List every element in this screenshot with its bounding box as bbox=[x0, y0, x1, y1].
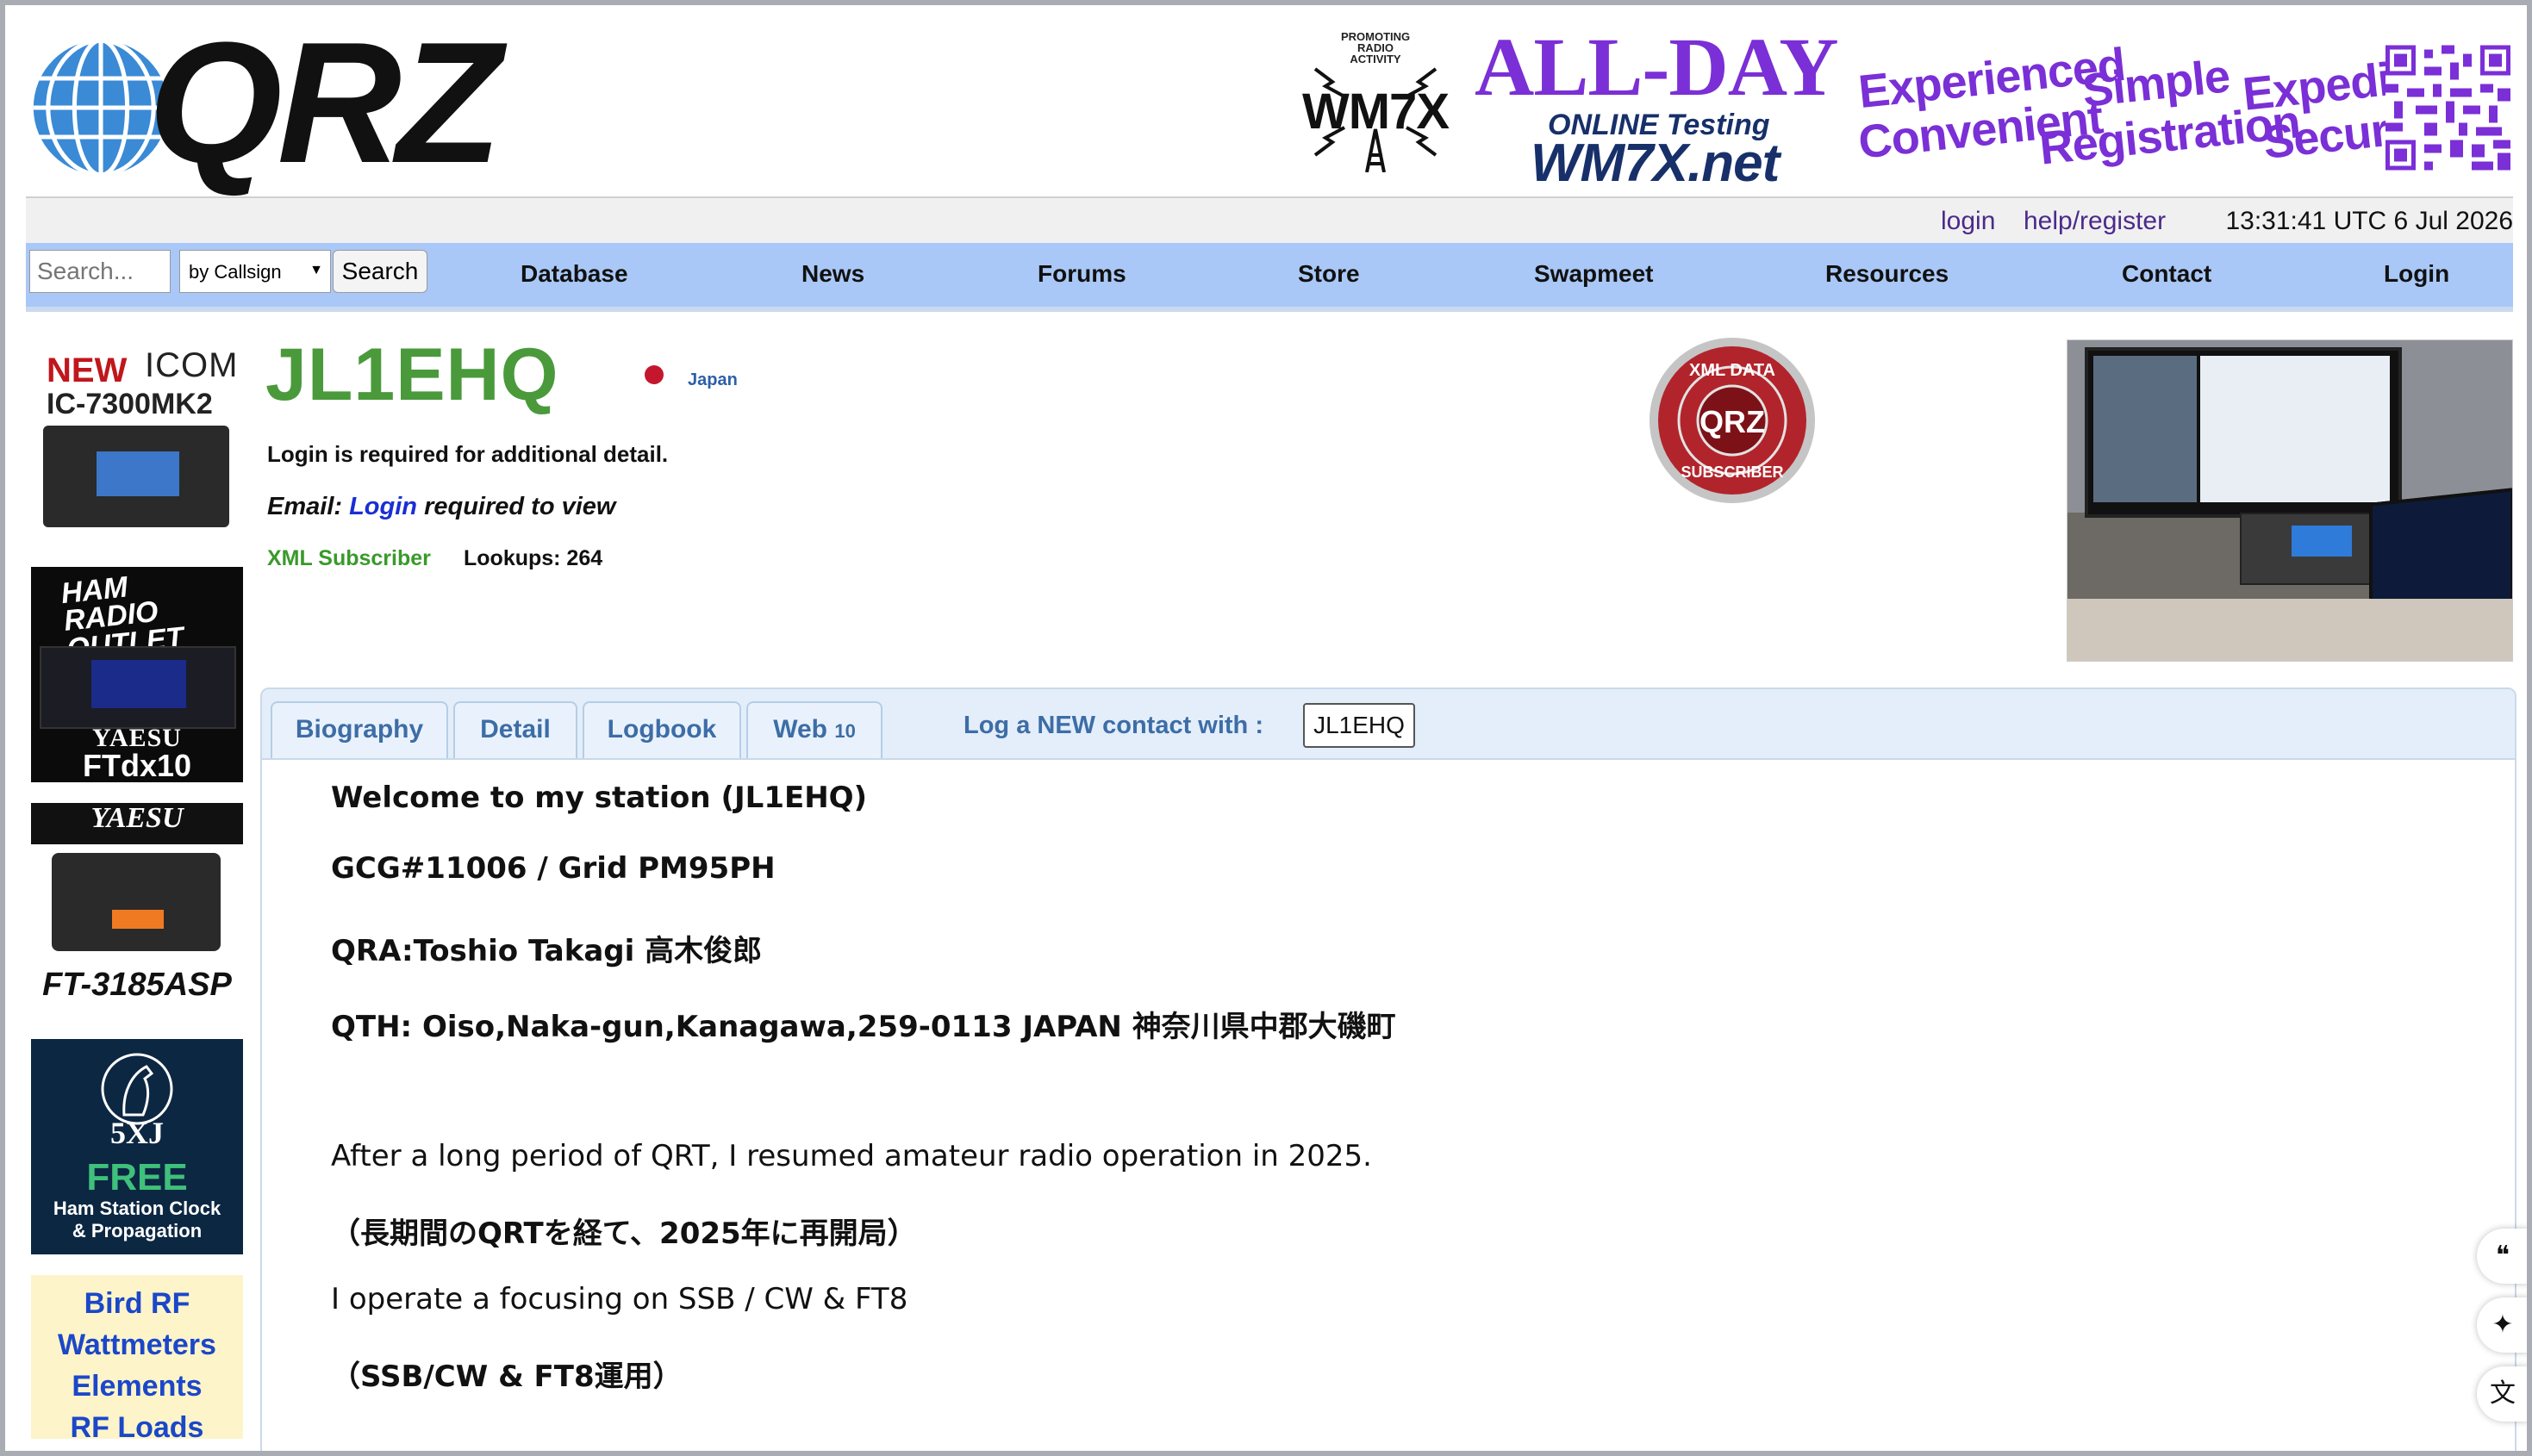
search-mode-select[interactable]: by Callsign ▼ bbox=[179, 250, 331, 293]
email-label: Email: bbox=[267, 493, 343, 520]
logo-text: QRZ bbox=[148, 7, 502, 199]
radio-screen bbox=[97, 451, 179, 496]
ad-hro-model: FTdx10 bbox=[82, 748, 192, 782]
badge-mid-label: QRZ bbox=[1699, 404, 1765, 439]
search-button[interactable]: Search bbox=[333, 250, 427, 293]
banner-ad[interactable]: PROMOTING RADIO ACTIVITY WM7X ALL-DAY ON… bbox=[1289, 21, 2513, 193]
bio-line: GCG#11006 / Grid PM95PH bbox=[331, 851, 776, 886]
ad-bird-line: RF Loads bbox=[70, 1411, 204, 1439]
station-photo[interactable] bbox=[2067, 339, 2513, 662]
badge-callsign: WM7X bbox=[1302, 84, 1450, 140]
tab-bar: Biography Detail Logbook Web 10 Log a NE… bbox=[262, 689, 2515, 760]
ad-bird-line: Elements bbox=[72, 1370, 203, 1403]
nav-news[interactable]: News bbox=[801, 260, 864, 288]
ad-icom-brand: ICOM bbox=[145, 346, 239, 384]
tab-detail[interactable]: Detail bbox=[453, 701, 577, 758]
search-input[interactable] bbox=[29, 250, 171, 293]
callsign-title: JL1EHQ bbox=[265, 333, 559, 416]
tab-biography[interactable]: Biography bbox=[271, 701, 448, 758]
utc-clock: 13:31:41 UTC 6 Jul 2026 bbox=[2225, 207, 2513, 235]
bio-line: QTH: Oiso,Naka-gun,Kanagawa,259-0113 JAP… bbox=[331, 1010, 1396, 1044]
status-bar: login help/register 13:31:41 UTC 6 Jul 2… bbox=[26, 196, 2513, 243]
ad-bird-line: Bird RF bbox=[84, 1287, 190, 1320]
badge-top-label: XML DATA bbox=[1689, 361, 1775, 380]
quote-icon[interactable]: ❝ bbox=[2477, 1229, 2527, 1284]
profile-panel: Biography Detail Logbook Web 10 Log a NE… bbox=[260, 688, 2516, 1451]
wm7x-badge: PROMOTING RADIO ACTIVITY WM7X bbox=[1289, 26, 1462, 190]
bio-line: （SSB/CW & FT8運用） bbox=[331, 1360, 683, 1394]
radio-screen bbox=[91, 660, 186, 708]
qrz-logo[interactable]: QRZ bbox=[28, 17, 502, 190]
ad-icom[interactable]: NEW ICOM IC-7300MK2 bbox=[31, 331, 243, 541]
ad-ham-radio-outlet[interactable]: HAM RADIO OUTLET YAESU FTdx10 bbox=[31, 567, 243, 782]
email-login-link[interactable]: Login bbox=[349, 493, 417, 520]
log-contact-label: Log a NEW contact with : bbox=[964, 712, 1263, 739]
country-link[interactable]: Japan bbox=[688, 370, 738, 390]
login-required-note: Login is required for additional detail. bbox=[267, 441, 669, 467]
xml-subscriber-badge-icon: XML DATA QRZ SUBSCRIBER bbox=[1650, 338, 1815, 503]
chevron-down-icon: ▼ bbox=[309, 263, 323, 277]
ad-bird-rf[interactable]: Bird RF Wattmeters Elements RF Loads bbox=[31, 1275, 243, 1439]
ad-5xj-free: FREE bbox=[86, 1156, 188, 1198]
nav-contact[interactable]: Contact bbox=[2122, 260, 2211, 288]
tab-label: Detail bbox=[480, 715, 551, 744]
nav-forums[interactable]: Forums bbox=[1038, 260, 1126, 288]
radio-screen bbox=[112, 910, 164, 929]
xml-subscriber-label: XML Subscriber bbox=[267, 546, 431, 570]
monitor-left bbox=[2085, 347, 2402, 518]
bio-line: （長期間のQRTを経て、2025年に再開局） bbox=[331, 1216, 917, 1251]
radio-image bbox=[52, 853, 221, 951]
nav-database[interactable]: Database bbox=[521, 260, 628, 288]
page-frame: QRZ PROMOTING RADIO ACTIVITY WM7X ALL-DA… bbox=[5, 5, 2527, 1451]
tab-logbook[interactable]: Logbook bbox=[583, 701, 741, 758]
search-mode-value: by Callsign bbox=[189, 261, 282, 283]
ad-5xj-clock[interactable]: 5XJ FREE Ham Station Clock & Propagation bbox=[31, 1039, 243, 1254]
ad-yaesu-ft3185[interactable]: YAESU FT-3185ASP bbox=[31, 803, 243, 1010]
email-suffix: required to view bbox=[424, 493, 616, 520]
radio-screen bbox=[2292, 526, 2352, 557]
nav-swapmeet[interactable]: Swapmeet bbox=[1534, 260, 1654, 288]
tab-label: Logbook bbox=[607, 715, 717, 744]
nav-store[interactable]: Store bbox=[1298, 260, 1360, 288]
tab-count: 10 bbox=[834, 720, 856, 742]
bio-line: QRA:Toshio Takagi 高木俊郎 bbox=[331, 934, 763, 968]
bio-line: I operate a focusing on SSB / CW & FT8 bbox=[331, 1282, 908, 1316]
ad-bird-line: Wattmeters bbox=[58, 1328, 216, 1361]
email-line: Email: Login required to view bbox=[267, 493, 615, 521]
tab-label: Web bbox=[773, 715, 827, 744]
nav-login[interactable]: Login bbox=[2384, 260, 2449, 288]
tab-web[interactable]: Web 10 bbox=[746, 701, 882, 758]
main-navbar: by Callsign ▼ Search Database News Forum… bbox=[26, 243, 2513, 312]
qr-code-icon bbox=[2385, 45, 2510, 171]
ad-headline: ALL-DAY bbox=[1475, 21, 1839, 113]
help-register-link[interactable]: help/register bbox=[2024, 207, 2166, 236]
japan-flag-icon bbox=[645, 365, 664, 384]
nav-resources[interactable]: Resources bbox=[1825, 260, 1949, 288]
log-contact-input[interactable]: JL1EHQ bbox=[1303, 703, 1415, 748]
bio-line: After a long period of QRT, I resumed am… bbox=[331, 1139, 1372, 1173]
ad-5xj-line: & Propagation bbox=[72, 1220, 203, 1241]
sparkle-icon[interactable]: ✦ bbox=[2477, 1297, 2527, 1353]
login-link[interactable]: login bbox=[1941, 207, 1995, 236]
bio-line: Welcome to my station (JL1EHQ) bbox=[331, 781, 868, 815]
monitor-left-pane bbox=[2093, 356, 2197, 502]
translate-icon[interactable]: 文 bbox=[2477, 1366, 2527, 1422]
ad-icom-new: NEW bbox=[47, 352, 128, 389]
ad-icom-model: IC-7300MK2 bbox=[47, 388, 213, 420]
ad-ft3185-model: FT-3185ASP bbox=[42, 967, 232, 1003]
tab-label: Biography bbox=[295, 715, 424, 744]
ad-5xj-line: Ham Station Clock bbox=[53, 1198, 221, 1219]
ad-ft3185-brand: YAESU bbox=[31, 803, 243, 844]
badge-bottom-label: SUBSCRIBER bbox=[1681, 464, 1783, 481]
ad-5xj-brand: 5XJ bbox=[110, 1116, 164, 1150]
desk-surface bbox=[2067, 599, 2512, 661]
monitor-left-pane bbox=[2200, 356, 2390, 502]
lookups-count: Lookups: 264 bbox=[464, 546, 603, 570]
ad-site: WM7X.net bbox=[1531, 134, 1780, 193]
